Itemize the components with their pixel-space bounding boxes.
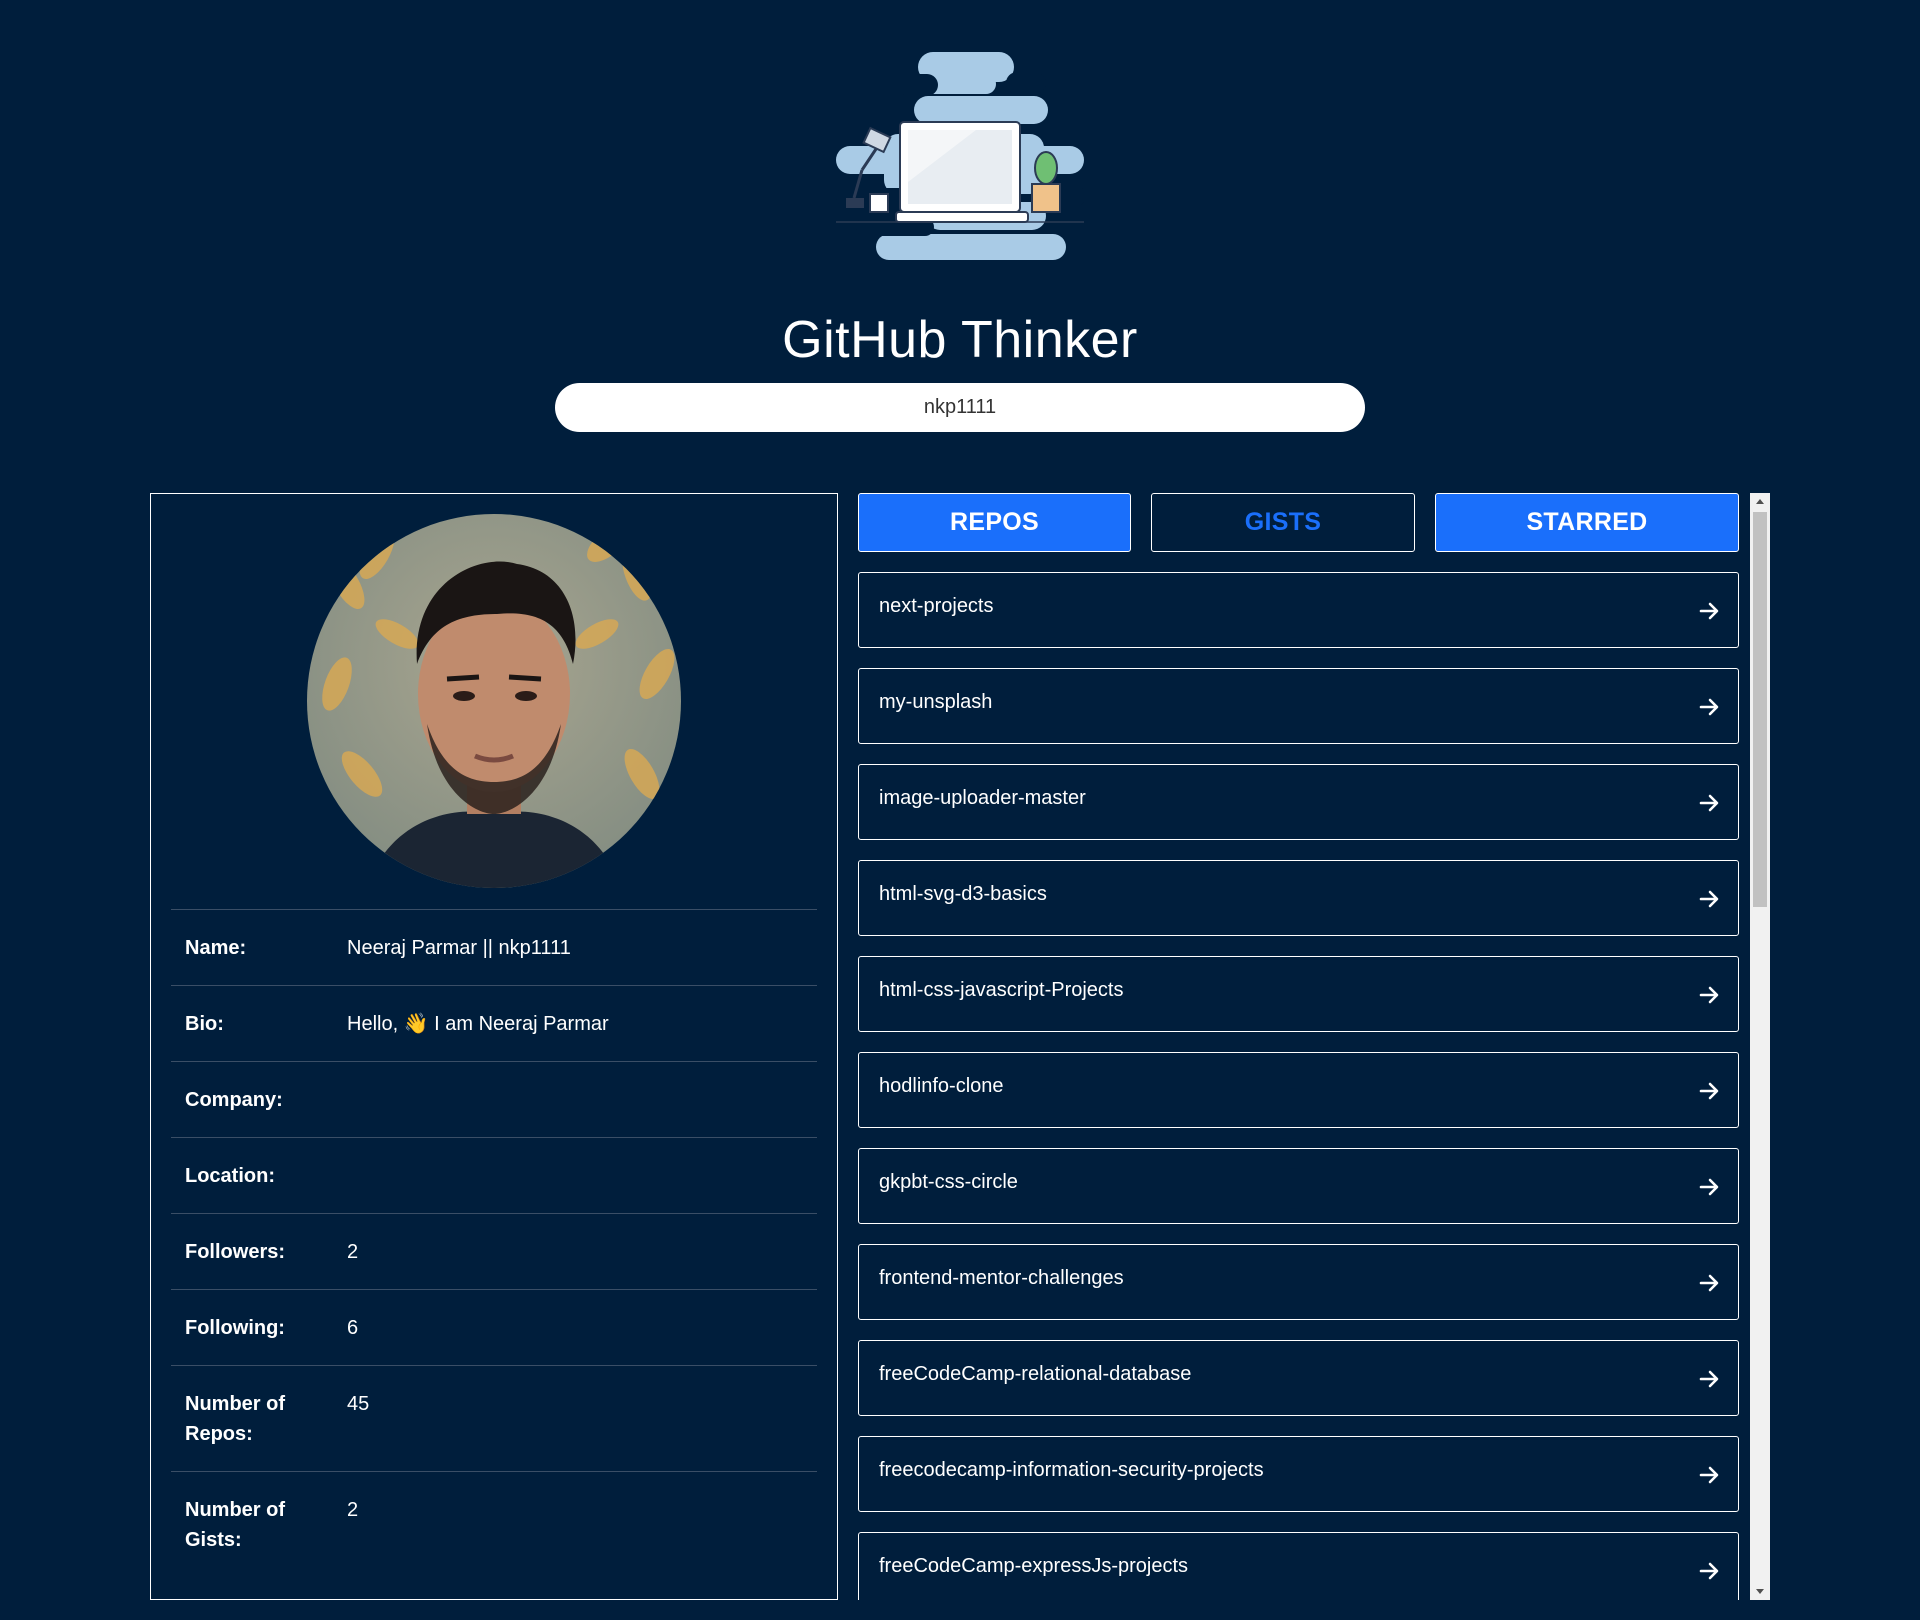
- arrow-right-icon[interactable]: [1698, 1464, 1720, 1486]
- repo-name: next-projects: [879, 595, 994, 617]
- profile-field-label: Location:: [185, 1165, 275, 1187]
- tab-repos[interactable]: REPOS: [858, 493, 1131, 552]
- repo-list-item[interactable]: image-uploader-master: [858, 764, 1739, 840]
- repo-list-item[interactable]: my-unsplash: [858, 668, 1739, 744]
- avatar-image: [307, 514, 681, 888]
- repo-name: frontend-mentor-challenges: [879, 1267, 1124, 1289]
- repo-list: next-projects my-unsplash image-uploader-m…: [858, 572, 1739, 1600]
- scroll-thumb[interactable]: [1753, 512, 1767, 907]
- profile-info-row: Bio: Hello, 👋 I am Neeraj Parmar: [171, 985, 817, 1062]
- repo-list-item[interactable]: freecodecamp-information-security-projec…: [858, 1436, 1739, 1512]
- profile-field-label: Number of Gists:: [185, 1499, 285, 1551]
- profile-field-label: Bio:: [185, 1013, 224, 1035]
- profile-field-value: 6: [347, 1317, 359, 1339]
- repo-name: html-css-javascript-Projects: [879, 979, 1124, 1001]
- arrow-right-icon[interactable]: [1698, 1272, 1720, 1294]
- tab-gists[interactable]: GISTS: [1151, 493, 1415, 552]
- scroll-up-arrow-icon[interactable]: [1750, 493, 1770, 510]
- repo-list-item[interactable]: frontend-mentor-challenges: [858, 1244, 1739, 1320]
- profile-info-row: Following: 6: [171, 1289, 817, 1366]
- repo-list-item[interactable]: html-css-javascript-Projects: [858, 956, 1739, 1032]
- arrow-right-icon[interactable]: [1698, 1176, 1720, 1198]
- repo-list-item[interactable]: hodlinfo-clone: [858, 1052, 1739, 1128]
- arrow-right-icon[interactable]: [1698, 696, 1720, 718]
- arrow-right-icon[interactable]: [1698, 1560, 1720, 1582]
- repo-name: hodlinfo-clone: [879, 1075, 1004, 1097]
- tab-starred[interactable]: STARRED: [1435, 493, 1739, 552]
- arrow-right-icon[interactable]: [1698, 888, 1720, 910]
- profile-info-row: Number of Gists: 2: [171, 1471, 817, 1578]
- profile-info-row: Name: Neeraj Parmar || nkp1111: [171, 909, 817, 986]
- arrow-right-icon[interactable]: [1698, 600, 1720, 622]
- profile-info-row: Number of Repos: 45: [171, 1365, 817, 1472]
- arrow-right-icon[interactable]: [1698, 984, 1720, 1006]
- scrollbar[interactable]: [1750, 493, 1770, 1600]
- arrow-right-icon[interactable]: [1698, 1368, 1720, 1390]
- repo-name: freecodecamp-information-security-projec…: [879, 1459, 1264, 1481]
- repo-name: freeCodeCamp-relational-database: [879, 1363, 1192, 1385]
- tab-bar: REPOS GISTS STARRED: [0, 493, 1920, 552]
- profile-field-value: Neeraj Parmar || nkp1111: [347, 937, 571, 959]
- avatar: [307, 514, 681, 888]
- arrow-right-icon[interactable]: [1698, 1080, 1720, 1102]
- scroll-down-arrow-icon[interactable]: [1750, 1583, 1770, 1600]
- profile-info-row: Followers: 2: [171, 1213, 817, 1290]
- profile-field-value: [333, 1062, 817, 1138]
- profile-field-value: 45: [347, 1393, 370, 1415]
- repo-list-item[interactable]: html-svg-d3-basics: [858, 860, 1739, 936]
- profile-info-row: Company:: [171, 1061, 817, 1138]
- repo-list-item[interactable]: freeCodeCamp-expressJs-projects: [858, 1532, 1739, 1600]
- profile-field-value: 2: [347, 1499, 359, 1521]
- logo-illustration: [836, 52, 1084, 260]
- profile-info-table: Name: Neeraj Parmar || nkp1111 Bio: Hello, …: [171, 909, 817, 1577]
- page: GitHub Thinker nkp1111 Name: Neeraj Parm…: [0, 0, 1920, 1620]
- repo-name: freeCodeCamp-expressJs-projects: [879, 1555, 1189, 1577]
- repo-list-item[interactable]: next-projects: [858, 572, 1739, 648]
- repo-list-item[interactable]: gkpbt-css-circle: [858, 1148, 1739, 1224]
- username-search-input[interactable]: [555, 383, 1365, 432]
- arrow-right-icon[interactable]: [1698, 792, 1720, 814]
- profile-field-label: Company:: [185, 1089, 283, 1111]
- profile-info-row: Location:: [171, 1137, 817, 1214]
- repo-name: my-unsplash: [879, 691, 993, 713]
- page-title: GitHub Thinker: [782, 311, 1138, 369]
- profile-field-label: Number of Repos:: [185, 1393, 285, 1445]
- profile-field-label: Following:: [185, 1317, 285, 1339]
- profile-card: Name: Neeraj Parmar || nkp1111 Bio: Hello, …: [150, 493, 838, 1600]
- profile-field-value: 2: [347, 1241, 359, 1263]
- profile-field-label: Followers:: [185, 1241, 286, 1263]
- repo-name: html-svg-d3-basics: [879, 883, 1047, 905]
- repo-name: image-uploader-master: [879, 787, 1086, 809]
- profile-field-value: Hello, 👋 I am Neeraj Parmar: [347, 1013, 609, 1035]
- profile-field-value: [333, 1138, 817, 1214]
- repo-list-item[interactable]: freeCodeCamp-relational-database: [858, 1340, 1739, 1416]
- profile-field-label: Name:: [185, 937, 247, 959]
- repo-name: gkpbt-css-circle: [879, 1171, 1018, 1193]
